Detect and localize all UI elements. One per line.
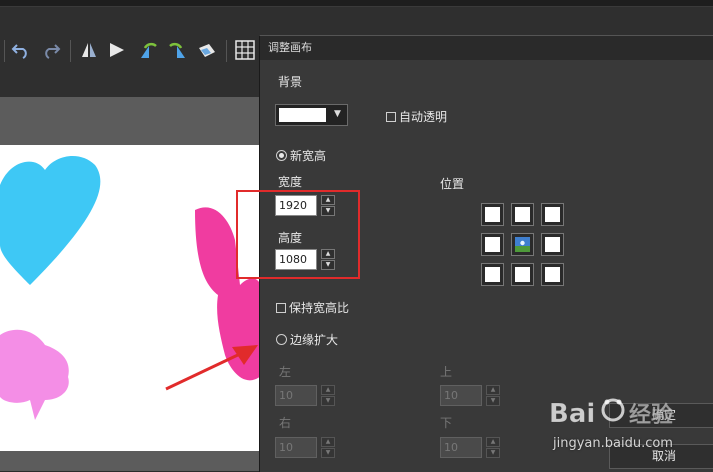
- background-color-select[interactable]: ▼: [275, 104, 348, 126]
- rotate-left-icon: [141, 42, 157, 58]
- image-icon: [515, 237, 530, 252]
- checkbox-icon: [386, 112, 396, 122]
- svg-text:经验: 经验: [629, 402, 673, 428]
- top-label: 上: [440, 365, 453, 379]
- new-size-label: 新宽高: [290, 149, 327, 163]
- stepper-down-icon[interactable]: ▼: [486, 448, 500, 458]
- new-size-radio[interactable]: 新宽高: [276, 147, 326, 164]
- flip-vertical-button[interactable]: [104, 37, 130, 63]
- expand-edges-label: 边缘扩大: [290, 333, 339, 347]
- chevron-down-icon: ▼: [334, 109, 341, 119]
- redo-button[interactable]: [38, 37, 64, 63]
- stepper-down-icon[interactable]: ▼: [486, 396, 500, 406]
- toolbar-separator: [226, 40, 227, 62]
- anchor-center-selected[interactable]: [511, 233, 534, 256]
- anchor-cell-fill: [485, 267, 500, 282]
- anchor-grid: [481, 203, 565, 287]
- anchor-top-right[interactable]: [541, 203, 564, 226]
- canvas-artwork: [0, 155, 262, 420]
- stepper-down-icon[interactable]: ▼: [321, 396, 335, 406]
- toolbar-separator: [4, 40, 5, 62]
- canvas-grid-button[interactable]: [232, 37, 258, 63]
- watermark-url: jingyan.baidu.com: [553, 436, 673, 451]
- anchor-middle-left[interactable]: [481, 233, 504, 256]
- auto-transparent-checkbox[interactable]: 自动透明: [386, 108, 447, 125]
- dialog-title: 调整画布: [260, 36, 713, 60]
- background-color-swatch: [279, 108, 326, 122]
- anchor-cell-fill: [485, 237, 500, 252]
- transform-icon: [199, 44, 215, 57]
- top-stepper[interactable]: ▲ ▼: [486, 385, 500, 406]
- stepper-down-icon[interactable]: ▼: [321, 448, 335, 458]
- stepper-up-icon[interactable]: ▲: [486, 437, 500, 447]
- checkbox-icon: [276, 303, 286, 313]
- stepper-up-icon[interactable]: ▲: [321, 437, 335, 447]
- anchor-top-left[interactable]: [481, 203, 504, 226]
- flip-vertical-icon: [110, 43, 124, 57]
- rotate-right-icon: [169, 42, 185, 58]
- top-input[interactable]: 10: [440, 385, 482, 406]
- annotation-highlight-box: [236, 190, 360, 279]
- position-label: 位置: [440, 177, 465, 191]
- right-stepper[interactable]: ▲ ▼: [321, 437, 335, 458]
- speech-bubble-shape: [0, 329, 69, 420]
- keep-ratio-label: 保持宽高比: [289, 301, 350, 315]
- heart-shape: [0, 155, 101, 285]
- anchor-middle-right[interactable]: [541, 233, 564, 256]
- anchor-top-center[interactable]: [511, 203, 534, 226]
- right-input[interactable]: 10: [275, 437, 317, 458]
- flip-horizontal-icon: [82, 43, 96, 57]
- canvas-paper: [0, 145, 262, 451]
- svg-text:Bai: Bai: [549, 399, 595, 429]
- toolbar-row: [0, 37, 270, 67]
- rotate-right-button[interactable]: [164, 37, 190, 63]
- rotate-left-button[interactable]: [136, 37, 162, 63]
- toolbar-separator: [70, 40, 71, 62]
- bottom-input[interactable]: 10: [440, 437, 482, 458]
- anchor-cell-fill: [545, 207, 560, 222]
- transform-button[interactable]: [194, 37, 220, 63]
- stepper-up-icon[interactable]: ▲: [321, 385, 335, 395]
- baidu-watermark: Bai 经验 jingyan.baidu.com: [545, 392, 710, 468]
- grid-icon: [235, 40, 255, 60]
- left-label: 左: [279, 365, 292, 379]
- background-label: 背景: [278, 75, 303, 89]
- auto-transparent-label: 自动透明: [399, 110, 448, 124]
- expand-edges-radio[interactable]: 边缘扩大: [276, 331, 338, 348]
- anchor-cell-fill: [545, 237, 560, 252]
- canvas-area: [0, 97, 262, 471]
- redo-icon: [45, 44, 61, 59]
- annotation-arrow: [165, 345, 258, 391]
- anchor-cell-fill: [545, 267, 560, 282]
- anchor-bottom-left[interactable]: [481, 263, 504, 286]
- stepper-up-icon[interactable]: ▲: [486, 385, 500, 395]
- baidu-jingyan-logo: Bai 经验: [549, 398, 673, 429]
- radio-unselected-icon: [276, 334, 287, 345]
- bottom-stepper[interactable]: ▲ ▼: [486, 437, 500, 458]
- flip-horizontal-button[interactable]: [76, 37, 102, 63]
- undo-button[interactable]: [8, 37, 34, 63]
- radio-selected-icon: [276, 150, 287, 161]
- anchor-bottom-center[interactable]: [511, 263, 534, 286]
- left-stepper[interactable]: ▲ ▼: [321, 385, 335, 406]
- keep-ratio-checkbox[interactable]: 保持宽高比: [276, 299, 349, 316]
- anchor-cell-fill: [515, 207, 530, 222]
- right-label: 右: [279, 416, 292, 430]
- bottom-label: 下: [440, 416, 453, 430]
- anchor-cell-fill: [515, 267, 530, 282]
- anchor-bottom-right[interactable]: [541, 263, 564, 286]
- anchor-cell-fill: [485, 207, 500, 222]
- left-input[interactable]: 10: [275, 385, 317, 406]
- width-label: 宽度: [278, 175, 303, 189]
- undo-icon: [11, 44, 27, 59]
